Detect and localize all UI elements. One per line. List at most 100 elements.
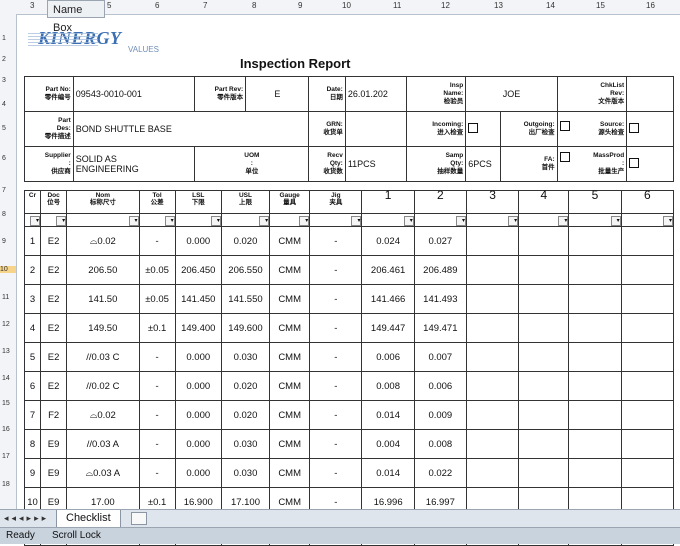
cell-s5[interactable] — [568, 400, 622, 430]
cell-usl[interactable]: 0.030 — [220, 458, 271, 488]
cell-s5[interactable] — [568, 342, 622, 372]
cell-jig[interactable]: - — [309, 226, 363, 256]
cell-tol[interactable]: ±0.05 — [138, 284, 176, 314]
cell-cr[interactable]: 7 — [23, 400, 42, 430]
cell-s1[interactable]: 0.004 — [361, 429, 415, 459]
cell-s2[interactable]: 0.008 — [413, 429, 467, 459]
cell-cr[interactable]: 8 — [23, 429, 42, 459]
cell-s6[interactable] — [620, 313, 675, 343]
row-header-1[interactable]: 1 — [2, 35, 6, 42]
cell-nom[interactable]: 206.50 — [66, 255, 140, 285]
cell-s3[interactable] — [465, 458, 520, 488]
cell-doc[interactable]: E2 — [40, 226, 68, 256]
cell-s6[interactable] — [620, 458, 675, 488]
cell-s5[interactable] — [568, 226, 622, 256]
cell-doc[interactable]: F2 — [40, 400, 68, 430]
cell-jig[interactable]: - — [309, 342, 363, 372]
cell-s5[interactable] — [568, 255, 622, 285]
row-header-bar[interactable]: 1 2 3 4 5 6 7 8 9 10 11 12 13 14 15 16 17 18 — [0, 14, 17, 509]
cell-doc[interactable]: E2 — [40, 284, 68, 314]
cell-s5[interactable] — [568, 429, 622, 459]
cell-doc[interactable]: E2 — [40, 255, 68, 285]
cell-s4[interactable] — [518, 371, 570, 401]
source-checkbox[interactable] — [629, 122, 640, 133]
cell-doc[interactable]: E9 — [40, 429, 68, 459]
cell-s1[interactable]: 0.006 — [361, 342, 415, 372]
cell-tol[interactable]: - — [138, 458, 176, 488]
cell-cr[interactable]: 5 — [23, 342, 42, 372]
cell-s2[interactable]: 0.007 — [413, 342, 467, 372]
grn-value[interactable] — [344, 111, 408, 147]
cell-usl[interactable]: 0.030 — [220, 342, 271, 372]
cell-s3[interactable] — [465, 313, 520, 343]
cell-jig[interactable]: - — [309, 371, 363, 401]
cell-s4[interactable] — [518, 458, 570, 488]
cell-gauge[interactable]: CMM — [269, 313, 311, 343]
cell-usl[interactable]: 206.550 — [220, 255, 271, 285]
filter-dropdown-icon[interactable]: ▾ — [30, 216, 41, 226]
cell-jig[interactable]: - — [309, 313, 363, 343]
cell-s2[interactable]: 206.489 — [413, 255, 467, 285]
cell-gauge[interactable]: CMM — [269, 226, 311, 256]
row-header-14[interactable]: 14 — [2, 375, 10, 382]
filter-dropdown-icon[interactable]: ▾ — [128, 216, 139, 226]
cell-s2[interactable]: 0.027 — [413, 226, 467, 256]
row-header-13[interactable]: 13 — [2, 348, 10, 355]
cell-gauge[interactable]: CMM — [269, 342, 311, 372]
supplier-value[interactable]: SOLID AS ENGINEERING — [72, 146, 196, 182]
cell-cr[interactable]: 2 — [23, 255, 42, 285]
part-desc-value[interactable]: BOND SHUTTLE BASE — [72, 111, 310, 147]
column-header-15[interactable]: 15 — [596, 1, 605, 10]
cell-lsl[interactable]: 149.400 — [174, 313, 222, 343]
column-header-10[interactable]: 10 — [342, 1, 351, 10]
cell-usl[interactable]: 0.020 — [220, 371, 271, 401]
cell-s3[interactable] — [465, 226, 520, 256]
cell-s6[interactable] — [620, 284, 675, 314]
row-header-11[interactable]: 11 — [2, 294, 9, 301]
cell-s6[interactable] — [620, 429, 675, 459]
row-header-12[interactable]: 12 — [2, 321, 10, 328]
cell-cr[interactable]: 1 — [23, 226, 42, 256]
row-header-3[interactable]: 3 — [2, 77, 6, 84]
cell-jig[interactable]: - — [309, 429, 363, 459]
cell-tol[interactable]: - — [138, 429, 176, 459]
cell-lsl[interactable]: 0.000 — [174, 342, 222, 372]
cell-jig[interactable]: - — [309, 400, 363, 430]
column-header-12[interactable]: 12 — [441, 1, 450, 10]
row-header-5[interactable]: 5 — [2, 125, 6, 132]
cell-s6[interactable] — [620, 371, 675, 401]
filter-dropdown-icon[interactable]: ▾ — [403, 216, 414, 226]
cell-jig[interactable]: - — [309, 255, 363, 285]
row-header-10[interactable]: 10 — [0, 266, 16, 273]
row-header-16[interactable]: 16 — [2, 426, 10, 433]
cell-gauge[interactable]: CMM — [269, 255, 311, 285]
cell-nom[interactable]: ⌓0.02 — [66, 400, 140, 430]
cell-s4[interactable] — [518, 313, 570, 343]
cell-s4[interactable] — [518, 226, 570, 256]
cell-tol[interactable]: - — [138, 400, 176, 430]
column-header-5[interactable]: 5 — [107, 1, 111, 10]
filter-dropdown-icon[interactable]: ▾ — [508, 216, 519, 226]
row-header-8[interactable]: 8 — [2, 211, 6, 218]
samp-qty-value[interactable]: 6PCS — [465, 146, 501, 182]
cell-s4[interactable] — [518, 429, 570, 459]
cell-s5[interactable] — [568, 458, 622, 488]
column-header-11[interactable]: 11 — [393, 1, 401, 10]
cell-nom[interactable]: 141.50 — [66, 284, 140, 314]
column-header-8[interactable]: 8 — [252, 1, 256, 10]
cell-nom[interactable]: ⌓0.02 — [66, 226, 140, 256]
filter-dropdown-icon[interactable]: ▾ — [56, 216, 67, 226]
cell-s3[interactable] — [465, 255, 520, 285]
filter-dropdown-icon[interactable]: ▾ — [210, 216, 221, 226]
massprod-checkbox[interactable] — [629, 157, 640, 168]
part-rev-value[interactable]: E — [245, 76, 310, 112]
column-header-14[interactable]: 14 — [546, 1, 555, 10]
filter-dropdown-icon[interactable]: ▾ — [558, 216, 569, 226]
filter-dropdown-icon[interactable]: ▾ — [164, 216, 175, 226]
cell-nom[interactable]: ⌓0.03 A — [66, 458, 140, 488]
cell-usl[interactable]: 149.600 — [220, 313, 271, 343]
column-header-7[interactable]: 7 — [203, 1, 207, 10]
cell-tol[interactable]: ±0.1 — [138, 313, 176, 343]
cell-cr[interactable]: 3 — [23, 284, 42, 314]
cell-doc[interactable]: E2 — [40, 313, 68, 343]
